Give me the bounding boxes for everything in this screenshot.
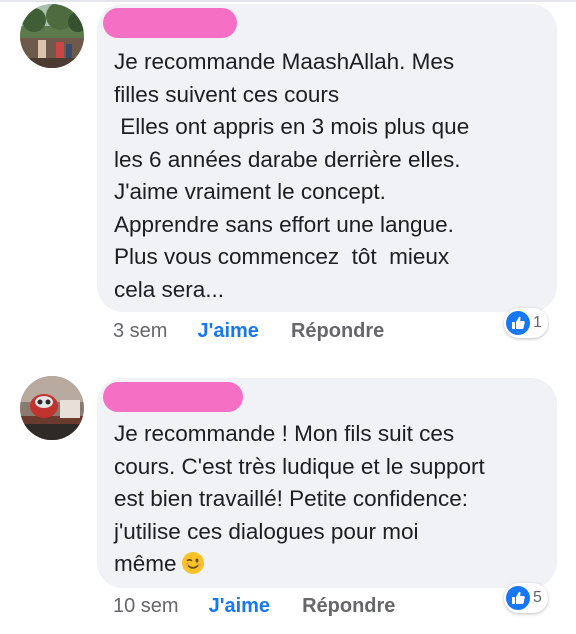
- redacted-author-name[interactable]: [103, 8, 237, 38]
- comment-timestamp[interactable]: 3 sem: [113, 320, 167, 343]
- wink-emoji-icon: [181, 552, 204, 574]
- reply-button[interactable]: Répondre: [302, 595, 395, 618]
- like-thumb-icon: [506, 586, 530, 610]
- reply-button[interactable]: Répondre: [291, 320, 384, 343]
- top-divider: [0, 0, 576, 2]
- comment-bubble: Je recommande MaashAllah. Mes filles sui…: [97, 4, 557, 312]
- reaction-count: 5: [533, 589, 542, 606]
- reaction-count: 1: [533, 314, 542, 331]
- like-button[interactable]: J'aime: [197, 320, 258, 343]
- commenter-avatar[interactable]: [20, 376, 84, 440]
- reaction-summary[interactable]: 1: [504, 308, 548, 338]
- comment-actions: 3 sem J'aime Répondre: [113, 316, 384, 346]
- reaction-summary[interactable]: 5: [504, 583, 548, 613]
- like-button[interactable]: J'aime: [209, 595, 270, 618]
- like-thumb-icon: [506, 311, 530, 335]
- commenter-avatar[interactable]: [20, 4, 84, 68]
- comment-timestamp[interactable]: 10 sem: [113, 595, 179, 618]
- comment-text: Je recommande MaashAllah. Mes filles sui…: [114, 49, 470, 302]
- comment-text: Je recommande ! Mon fils suit ces cours.…: [114, 418, 545, 581]
- redacted-author-name[interactable]: [103, 382, 243, 412]
- comment-text-body: Je recommande ! Mon fils suit ces cours.…: [114, 421, 485, 576]
- comment-actions: 10 sem J'aime Répondre: [113, 591, 395, 621]
- comment-bubble: Je recommande ! Mon fils suit ces cours.…: [97, 378, 557, 588]
